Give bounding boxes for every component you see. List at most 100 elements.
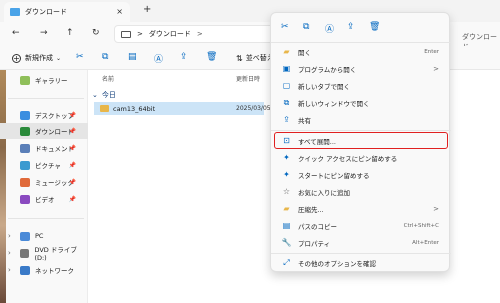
file-name: cam13_64bit <box>113 104 156 113</box>
context-menu-quick-actions: ✂ ⧉ Ⓐ ⇪ 🗑 <box>271 13 451 43</box>
chevron-right-icon: > <box>433 204 439 213</box>
sidebar-item-pc[interactable]: › PC <box>0 228 88 244</box>
pin-icon: 📌 <box>68 161 76 169</box>
address-bar[interactable]: > ダウンロード > <box>114 25 274 43</box>
divider <box>8 218 84 219</box>
menu-item-label: 共有 <box>298 116 311 125</box>
rename-icon[interactable]: Ⓐ <box>154 52 163 65</box>
close-tab-icon[interactable]: × <box>116 7 123 16</box>
tab-downloads[interactable]: ダウンロード × <box>4 2 130 22</box>
menu-item-pin-quick-access[interactable]: ✦ クイック アクセスにピン留めする <box>275 150 447 165</box>
column-header-date[interactable]: 更新日時 <box>236 74 260 83</box>
new-tab-button[interactable]: + <box>143 4 151 15</box>
tab-title: ダウンロード <box>25 8 67 16</box>
new-button-label: 新規作成 <box>25 54 53 62</box>
folder-open-icon: ▰ <box>283 47 290 56</box>
menu-item-label: その他のオプションを確認 <box>298 259 376 268</box>
new-button[interactable]: + 新規作成 ⌄ <box>12 53 61 63</box>
sidebar-item-pictures[interactable]: ピクチャ 📌 <box>0 157 88 173</box>
column-header-name[interactable]: 名前 <box>102 74 114 83</box>
copy-icon[interactable]: ⧉ <box>303 22 309 32</box>
copy-path-icon: ▤ <box>282 221 291 230</box>
context-menu: ✂ ⧉ Ⓐ ⇪ 🗑 ▰ 開く Enter ▣ プログラムから開く > ▢ 新しい… <box>270 12 451 272</box>
network-icon <box>20 265 30 275</box>
menu-item-open-with[interactable]: ▣ プログラムから開く > <box>275 61 447 76</box>
forward-icon[interactable]: → <box>40 28 48 38</box>
pin-icon: 📌 <box>68 111 76 119</box>
sidebar-item-videos[interactable]: ビデオ 📌 <box>0 191 88 207</box>
more-options-icon: ⤢ <box>283 257 290 267</box>
delete-icon[interactable]: 🗑 <box>369 22 380 32</box>
breadcrumb-downloads[interactable]: ダウンロード <box>149 29 191 39</box>
paste-icon[interactable]: ▤ <box>128 52 137 62</box>
menu-item-copy-path[interactable]: ▤ パスのコピー Ctrl+Shift+C <box>275 218 447 233</box>
sidebar-item-label: DVD ドライブ (D:) <box>34 246 77 262</box>
copy-icon[interactable]: ⧉ <box>102 52 108 62</box>
menu-item-label: 圧縮先... <box>298 205 324 214</box>
folder-icon <box>10 8 20 16</box>
up-icon[interactable]: ↑ <box>66 28 74 38</box>
delete-icon[interactable]: 🗑 <box>206 52 217 62</box>
menu-item-add-favorite[interactable]: ☆ お気に入りに追加 <box>275 184 447 199</box>
menu-item-more-options[interactable]: ⤢ その他のオプションを確認 <box>275 255 447 270</box>
menu-item-pin-start[interactable]: ✦ スタートにピン留めする <box>275 167 447 182</box>
menu-item-open-new-window[interactable]: ⧉ 新しいウィンドウで開く <box>275 95 447 110</box>
document-icon <box>20 143 30 153</box>
sidebar-item-network[interactable]: › ネットワーク <box>0 262 88 278</box>
chevron-right-icon[interactable]: › <box>8 232 11 240</box>
zip-icon: ▰ <box>283 204 290 213</box>
chevron-down-icon: ⌄ <box>56 54 62 62</box>
sidebar-item-label: PC <box>35 232 44 240</box>
rename-icon[interactable]: Ⓐ <box>325 22 334 35</box>
sidebar-item-label: ビデオ <box>35 196 55 204</box>
share-icon[interactable]: ⇪ <box>180 52 188 62</box>
pc-icon <box>121 30 131 38</box>
menu-item-label: スタートにピン留めする <box>298 171 370 180</box>
menu-item-label: すべて展開... <box>298 137 336 146</box>
sidebar-item-desktop[interactable]: デスクトップ 📌 <box>0 107 88 123</box>
video-icon <box>20 194 30 204</box>
picture-icon <box>20 160 30 170</box>
sort-button[interactable]: ⇅ 並べ替え <box>236 53 274 63</box>
refresh-icon[interactable]: ↻ <box>92 28 100 38</box>
sidebar-item-downloads[interactable]: ダウンロード 📌 <box>0 123 88 139</box>
sidebar-item-dvd[interactable]: › DVD ドライブ (D:) <box>0 245 88 262</box>
download-icon <box>20 126 30 136</box>
music-icon <box>20 177 30 187</box>
share-icon[interactable]: ⇪ <box>347 22 355 32</box>
sidebar-item-label: ネットワーク <box>35 267 74 275</box>
menu-separator <box>271 130 451 131</box>
breadcrumb-sep: > <box>137 30 143 38</box>
menu-item-extract-all[interactable]: ⊡ すべて展開... <box>274 132 448 149</box>
menu-item-label: 新しいウィンドウで開く <box>298 99 370 108</box>
open-with-icon: ▣ <box>282 64 291 73</box>
menu-item-label: お気に入りに追加 <box>298 188 350 197</box>
menu-item-label: パスのコピー <box>298 222 337 231</box>
sidebar-item-gallery[interactable]: ギャラリー <box>0 72 88 88</box>
properties-icon: 🔧 <box>281 238 292 247</box>
sidebar-item-documents[interactable]: ドキュメント 📌 <box>0 140 88 156</box>
group-label: 今日 <box>101 91 116 99</box>
menu-item-compress[interactable]: ▰ 圧縮先... > <box>275 201 447 216</box>
cut-icon[interactable]: ✂ <box>281 22 289 32</box>
group-header-today[interactable]: ⌄ 今日 <box>92 90 116 100</box>
menu-item-properties[interactable]: 🔧 プロパティ Alt+Enter <box>275 235 447 250</box>
pin-icon: ✦ <box>283 170 290 179</box>
pin-icon: ✦ <box>283 153 290 162</box>
back-icon[interactable]: ← <box>12 28 20 38</box>
sidebar-item-music[interactable]: ミュージック 📌 <box>0 174 88 190</box>
sidebar-item-label: ギャラリー <box>35 77 68 85</box>
cut-icon[interactable]: ✂ <box>76 52 84 62</box>
menu-item-open-new-tab[interactable]: ▢ 新しいタブで開く <box>275 78 447 93</box>
shortcut-label: Alt+Enter <box>412 239 439 246</box>
chevron-right-icon[interactable]: › <box>8 249 11 257</box>
file-row[interactable]: cam13_64bit 2025/03/05 <box>94 102 271 115</box>
menu-item-open[interactable]: ▰ 開く Enter <box>275 44 447 59</box>
menu-item-share[interactable]: ⇪ 共有 <box>275 112 447 127</box>
pin-icon: 📌 <box>68 127 76 135</box>
chevron-right-icon[interactable]: › <box>8 266 11 274</box>
extract-icon: ⊡ <box>283 136 290 145</box>
sort-icon: ⇅ <box>236 53 243 63</box>
pc-icon <box>20 231 30 241</box>
chevron-down-icon: ⌄ <box>92 91 98 99</box>
